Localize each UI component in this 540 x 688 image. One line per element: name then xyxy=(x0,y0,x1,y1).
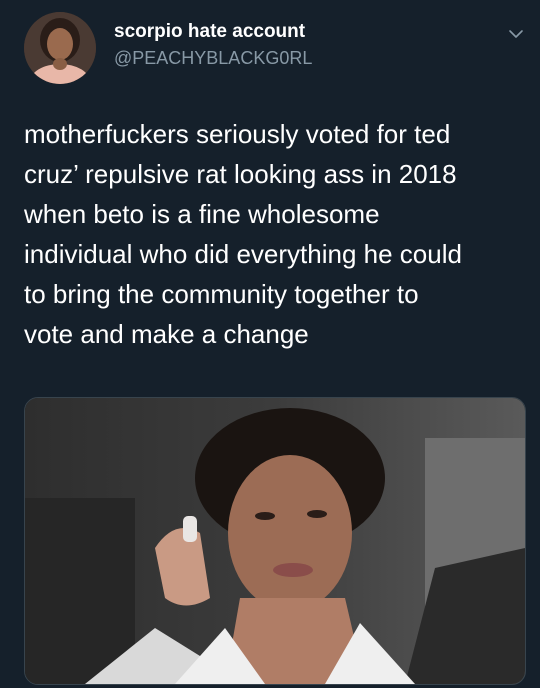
user-handle[interactable]: @PEACHYBLACKG0RL xyxy=(114,46,312,70)
display-name[interactable]: scorpio hate account xyxy=(114,20,312,44)
tweet-text-line: cruz’ repulsive rat looking ass in 2018 xyxy=(24,159,457,189)
tweet-card: scorpio hate account @PEACHYBLACKG0RL mo… xyxy=(0,0,540,688)
tweet-text: motherfuckers seriously voted for ted cr… xyxy=(24,114,524,354)
tweet-text-line: when beto is a fine wholesome xyxy=(24,199,380,229)
tweet-text-line: motherfuckers seriously voted for ted xyxy=(24,119,451,149)
tweet-header: scorpio hate account @PEACHYBLACKG0RL xyxy=(24,8,524,88)
tweet-text-line: individual who did everything he could xyxy=(24,239,462,269)
tweet-text-line: to bring the community together to xyxy=(24,279,419,309)
author-names: scorpio hate account @PEACHYBLACKG0RL xyxy=(114,20,312,70)
chevron-down-icon[interactable] xyxy=(508,26,524,42)
tweet-text-line: vote and make a change xyxy=(24,319,309,349)
tweet-media-image[interactable] xyxy=(24,397,526,685)
media-photo xyxy=(25,398,525,684)
avatar-image xyxy=(24,12,96,84)
avatar[interactable] xyxy=(24,12,96,84)
